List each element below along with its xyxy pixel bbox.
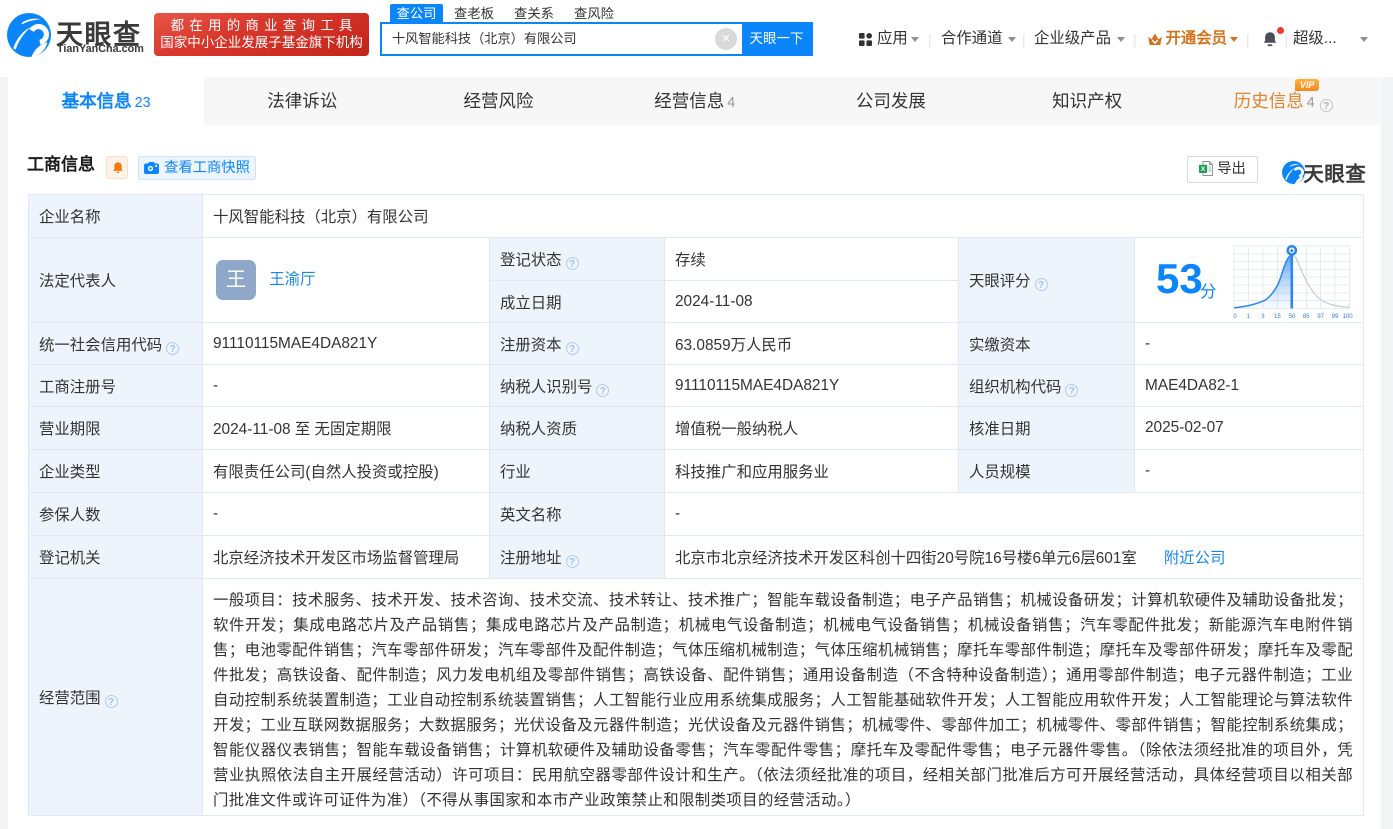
svg-text:X: X <box>1201 166 1206 173</box>
svg-text:1: 1 <box>1246 314 1250 320</box>
svg-text:85: 85 <box>1302 314 1309 320</box>
svg-text:100: 100 <box>1342 314 1353 320</box>
svg-text:50: 50 <box>1288 314 1295 320</box>
svg-text:3: 3 <box>1261 314 1265 320</box>
svg-text:97: 97 <box>1317 314 1324 320</box>
svg-text:0: 0 <box>1233 314 1237 320</box>
svg-text:15: 15 <box>1274 314 1281 320</box>
svg-text:99: 99 <box>1331 314 1338 320</box>
